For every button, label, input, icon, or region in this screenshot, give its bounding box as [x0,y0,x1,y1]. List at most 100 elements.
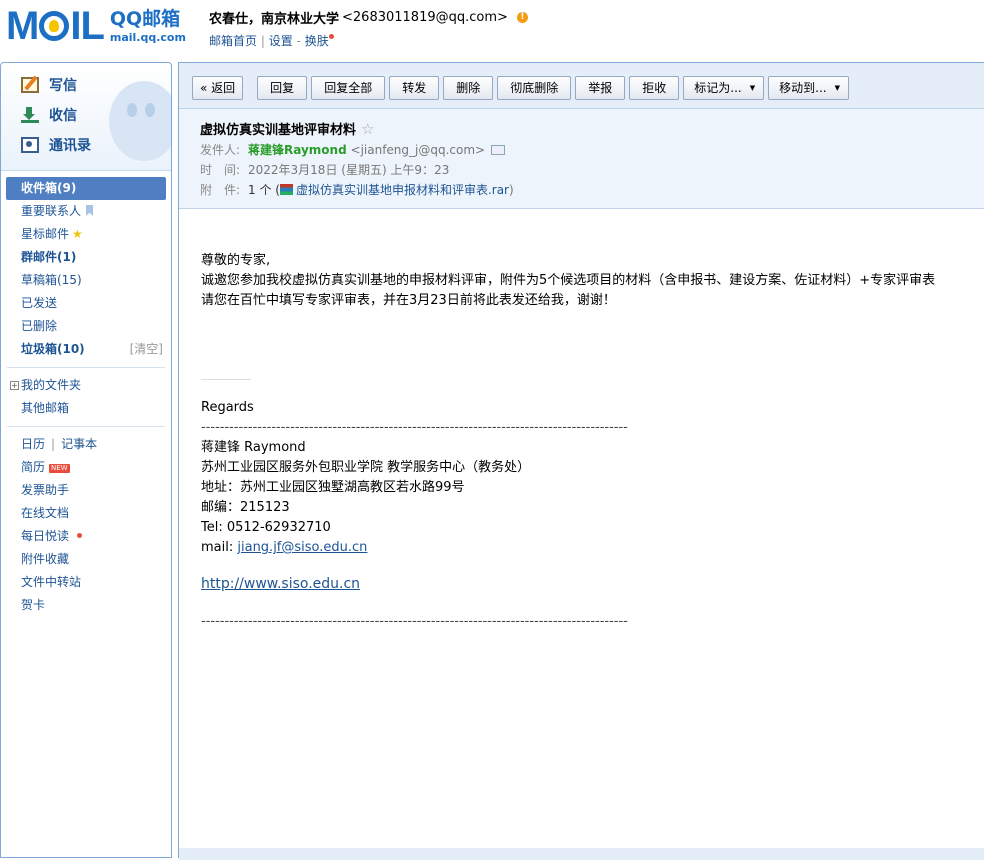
permanent-delete-button[interactable]: 彻底删除 [497,76,572,100]
folder-group-mail[interactable]: 群邮件(1) [1,246,171,269]
divider [201,379,251,380]
notification-dot-icon [328,34,334,39]
new-badge: NEW [49,464,70,473]
reject-button[interactable]: 拒收 [629,76,680,100]
folder-label: 星标邮件 [21,227,70,241]
folder-sent[interactable]: 已发送 [1,292,171,315]
penguin-decoration-icon [109,81,171,161]
notification-dot-icon [77,533,83,538]
sender-name[interactable]: 蒋建锋Raymond [248,143,347,157]
report-button[interactable]: 举报 [575,76,626,100]
folder-drafts[interactable]: 草稿箱(15) [1,269,171,292]
my-folders[interactable]: + 我的文件夹 [1,374,171,397]
signature-address: 地址：苏州工业园区独墅湖高教区若水路99号 [201,480,465,495]
attachment-label: 附 件: [200,183,241,197]
time-label: 时 间: [200,163,241,177]
check-mail-button[interactable]: 收信 [21,105,77,125]
contact-card-icon [21,137,39,153]
resume-link[interactable]: 简历 NEW [1,456,171,479]
top-header: M IL QQ邮箱 mail.qq.com 农春仕，南京林业大学 <2683011… [0,0,984,62]
attachment-favorites-link[interactable]: 附件收藏 [1,548,171,571]
signature-zip: 邮编：215123 [201,500,290,515]
user-display-name: 农春仕，南京林业大学 [209,12,340,27]
reply-button[interactable]: 回复 [257,76,308,100]
calendar-link[interactable]: 日历 [21,437,45,451]
back-button[interactable]: « 返回 [192,76,244,100]
folder-important-contacts[interactable]: 重要联系人 [1,200,171,223]
notes-link[interactable]: 记事本 [61,437,97,451]
mail-time: 2022年3月18日 (星期五) 上午9：23 [248,163,450,177]
contacts-label: 通讯录 [49,138,91,154]
bookmark-icon [86,205,94,216]
folder-spam[interactable]: 垃圾箱(10) [清空] [1,338,171,361]
dash-separator: - [296,34,301,48]
folder-label: 我的文件夹 [21,378,82,392]
sender-row: 发件人: 蒋建锋Raymond <jianfeng_j@qq.com> [200,142,984,158]
mail-body: 尊敬的专家, 诚邀您参加我校虚拟仿真实训基地的申报材料评审，附件为5个候选项目的… [179,209,984,632]
reply-all-button[interactable]: 回复全部 [311,76,386,100]
mail-view: « 返回 回复 回复全部 转发 删除 彻底删除 举报 拒收 标记为... 移动到… [178,62,984,860]
star-outline-icon[interactable]: ☆ [361,120,374,138]
compose-button[interactable]: 写信 [21,75,77,95]
app-label: 简历 [21,460,46,474]
divider [7,426,165,427]
body-line-2: 请您在百忙中填写专家评审表，并在3月23日前将此表发还给我，谢谢！ [201,293,616,308]
mark-as-dropdown[interactable]: 标记为... [683,76,765,100]
folder-deleted[interactable]: 已删除 [1,315,171,338]
change-skin-link[interactable]: 换肤 [305,34,329,48]
greeting-cards-link[interactable]: 贺卡 [1,594,171,617]
mailbox-home-link[interactable]: 邮箱首页 [209,34,257,48]
move-to-dropdown[interactable]: 移动到... [768,76,849,100]
signature-org: 苏州工业园区服务外包职业学院 教学服务中心（教务处） [201,460,531,475]
bottom-bar [179,848,984,860]
attachment-link[interactable]: 虚拟仿真实训基地申报材料和评审表.rar [296,183,509,197]
file-transfer-link[interactable]: 文件中转站 [1,571,171,594]
from-label: 发件人: [200,143,241,157]
contact-card-icon[interactable] [491,145,506,155]
check-mail-label: 收信 [49,108,77,124]
body-line-1: 诚邀您参加我校虚拟仿真实训基地的申报材料评审，附件为5个候选项目的材料（含申报书… [201,273,936,288]
regards: Regards [201,400,254,415]
signature-email-link[interactable]: jiang.jf@siso.edu.cn [237,540,367,555]
pencil-icon [21,77,39,93]
settings-link[interactable]: 设置 [269,34,293,48]
signature-tel: Tel: 0512-62932710 [201,520,331,535]
user-email: <2683011819@qq.com> [342,10,508,25]
daily-reading-link[interactable]: 每日悦读 [1,525,171,548]
forward-button[interactable]: 转发 [389,76,440,100]
divider: | [260,34,269,48]
brand-url: mail.qq.com [109,30,186,44]
expand-plus-icon[interactable]: + [10,381,19,390]
logo-wordmark: M IL [6,4,105,48]
warning-icon[interactable]: ! [516,12,528,23]
qq-mail-logo[interactable]: M IL QQ邮箱 mail.qq.com [6,6,186,46]
other-mailboxes[interactable]: 其他邮箱 [1,397,171,420]
mail-subject: 虚拟仿真实训基地评审材料 [200,123,357,138]
folder-label: 垃圾箱(10) [21,342,85,356]
signature-name: 蒋建锋 Raymond [201,440,306,455]
signature-divider: ----------------------------------------… [201,420,628,435]
sender-email: <jianfeng_j@qq.com> [350,143,486,157]
website-link[interactable]: http://www.siso.edu.cn [201,576,360,592]
folder-inbox[interactable]: 收件箱(9) [6,177,166,200]
delete-button[interactable]: 删除 [443,76,494,100]
invoice-assistant-link[interactable]: 发票助手 [1,479,171,502]
app-label: 每日悦读 [21,529,70,543]
divider [7,367,165,368]
rar-archive-icon [279,184,293,195]
folder-list: 收件箱(9) 重要联系人 星标邮件 ★ 群邮件(1) 草稿箱(15) 已发送 已删… [1,171,171,617]
user-info: 农春仕，南京林业大学 <2683011819@qq.com> ! 邮箱首页 | … [209,8,528,49]
greeting: 尊敬的专家, [201,253,271,268]
time-row: 时 间: 2022年3月18日 (星期五) 上午9：23 [200,162,984,178]
attachment-close-paren: ) [509,183,514,197]
attachment-count: 1 个 ( [248,183,280,197]
mail-header: 虚拟仿真实训基地评审材料 ☆ 发件人: 蒋建锋Raymond <jianfeng_… [179,109,984,209]
folder-label: 重要联系人 [21,204,82,218]
empty-spam-link[interactable]: [清空] [130,338,163,361]
signature-url-row: http://www.siso.edu.cn [201,574,984,595]
quick-actions: 写信 收信 通讯录 [1,63,171,171]
folder-starred[interactable]: 星标邮件 ★ [1,223,171,246]
brand-name: QQ邮箱 [109,7,181,30]
online-docs-link[interactable]: 在线文档 [1,502,171,525]
contacts-button[interactable]: 通讯录 [21,135,91,155]
